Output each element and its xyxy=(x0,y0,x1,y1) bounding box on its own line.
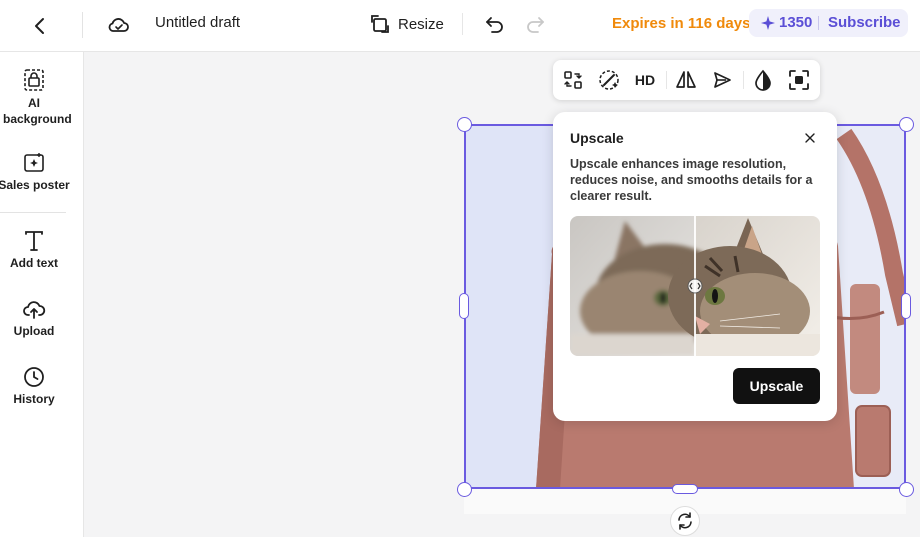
opacity-icon xyxy=(755,69,771,91)
send-icon xyxy=(714,72,731,88)
sidebar-item-ai-background[interactable]: AI background xyxy=(0,68,72,127)
rotate-icon xyxy=(678,512,692,530)
divider xyxy=(818,16,819,30)
sparkle-icon xyxy=(761,15,775,30)
divider xyxy=(666,71,667,89)
resize-handle-bottom-left[interactable] xyxy=(457,482,472,497)
upscale-button[interactable]: Upscale xyxy=(733,368,820,404)
popover-title: Upscale xyxy=(570,130,624,146)
upscale-preview-image xyxy=(570,216,820,356)
sidebar-divider xyxy=(0,212,66,213)
magic-eraser-icon xyxy=(599,70,619,90)
sales-poster-icon xyxy=(24,153,44,172)
top-bar: Untitled draft Resize Expires in 116 day… xyxy=(0,0,920,52)
divider xyxy=(462,13,463,35)
sidebar-item-history[interactable]: History xyxy=(0,366,68,407)
resize-handle-top-right[interactable] xyxy=(899,117,914,132)
resize-icon xyxy=(371,15,389,33)
divider xyxy=(82,12,83,38)
sidebar-item-sales-poster[interactable]: Sales poster xyxy=(0,152,70,193)
resize-handle-bottom-right[interactable] xyxy=(899,482,914,497)
subscribe-button[interactable]: Subscribe xyxy=(828,14,901,31)
redo-button[interactable] xyxy=(522,11,548,37)
credits-count[interactable]: 1350 xyxy=(761,14,812,31)
flip-button[interactable] xyxy=(674,68,698,92)
text-icon xyxy=(25,231,43,251)
popover-description: Upscale enhances image resolution, reduc… xyxy=(570,157,813,203)
undo-button[interactable] xyxy=(482,11,508,37)
hd-upscale-button[interactable]: HD xyxy=(633,68,657,92)
image-toolbar: HD xyxy=(553,60,820,100)
magic-eraser-button[interactable] xyxy=(597,68,621,92)
upscale-popover: Upscale Upscale enhances image resolutio… xyxy=(553,112,837,421)
focus-button[interactable] xyxy=(787,68,811,92)
resize-handle-left[interactable] xyxy=(459,293,469,319)
credits-pill: 1350 Subscribe xyxy=(749,9,908,37)
close-button[interactable] xyxy=(801,129,819,147)
ai-background-icon xyxy=(24,69,44,91)
chevron-left-icon xyxy=(35,18,44,34)
resize-handle-top-left[interactable] xyxy=(457,117,472,132)
undo-icon xyxy=(486,17,503,33)
history-icon xyxy=(24,367,44,387)
flip-icon xyxy=(676,71,696,88)
resize-handle-right[interactable] xyxy=(901,293,911,319)
sidebar: AI background Sales poster Add text Uplo… xyxy=(0,52,84,537)
sidebar-item-upload[interactable]: Upload xyxy=(0,298,68,339)
opacity-button[interactable] xyxy=(751,68,775,92)
focus-icon xyxy=(789,70,809,90)
sidebar-item-label: Sales poster xyxy=(0,178,70,192)
resize-label: Resize xyxy=(398,15,444,33)
replace-icon xyxy=(564,71,582,89)
sidebar-item-add-text[interactable]: Add text xyxy=(0,230,68,271)
sidebar-item-label: Upload xyxy=(13,324,55,338)
divider xyxy=(743,71,744,89)
resize-button[interactable]: Resize xyxy=(370,10,444,38)
rotate-button[interactable] xyxy=(670,506,700,536)
sidebar-item-label: Add text xyxy=(10,256,58,270)
cat-comparison-image xyxy=(570,216,820,356)
back-button[interactable] xyxy=(24,10,56,42)
sidebar-item-label: History xyxy=(13,392,55,406)
document-title[interactable]: Untitled draft xyxy=(155,14,240,31)
replace-button[interactable] xyxy=(561,68,585,92)
resize-handle-bottom[interactable] xyxy=(672,484,698,494)
cloud-save-button[interactable] xyxy=(104,10,134,40)
send-button[interactable] xyxy=(710,68,734,92)
upload-icon xyxy=(23,301,46,319)
credits-value: 1350 xyxy=(779,14,813,31)
expires-notice: Expires in 116 days xyxy=(612,15,751,32)
sidebar-item-label: AI background xyxy=(3,96,72,126)
close-icon xyxy=(805,133,815,143)
cloud-icon xyxy=(108,18,129,32)
redo-icon xyxy=(527,17,544,33)
